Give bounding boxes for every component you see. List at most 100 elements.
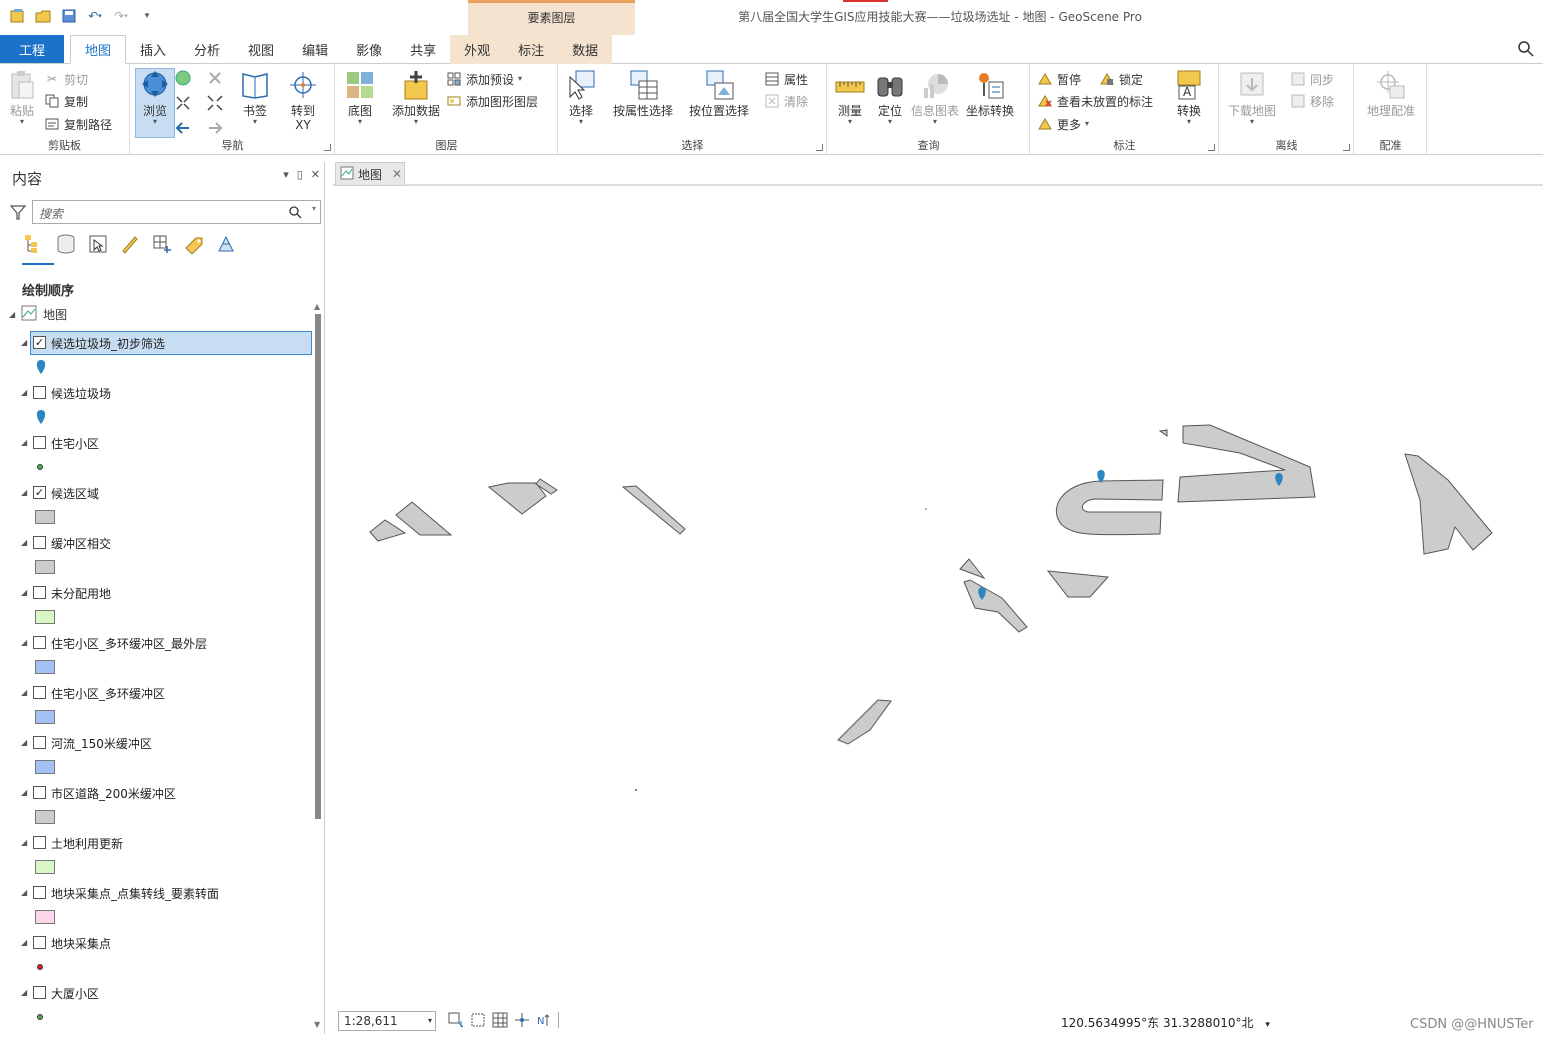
layer-visibility-checkbox[interactable] (33, 586, 46, 599)
search-icon[interactable] (288, 205, 302, 219)
layer-row[interactable]: ◢ 住宅小区_多环缓冲区 (5, 681, 311, 705)
coordinate-format-caret[interactable]: ▾ (1265, 1020, 1270, 1030)
tab-view[interactable]: 视图 (234, 35, 288, 64)
tab-imagery[interactable]: 影像 (342, 35, 396, 64)
layer-visibility-checkbox[interactable] (33, 636, 46, 649)
coordinate-conversion-button[interactable]: 坐标转换 (962, 68, 1018, 118)
goto-xy-button[interactable]: 转到 XY (283, 68, 323, 132)
pause-labeling-button[interactable]: 暂停 (1037, 69, 1081, 89)
pin-icon[interactable]: ▯ (297, 168, 303, 181)
polygon-symbol-swatch[interactable] (35, 660, 55, 674)
copy-path-button[interactable]: 复制路径 (44, 114, 112, 134)
navigate-launcher[interactable] (324, 144, 331, 151)
layer-row[interactable]: ◢ 住宅小区_多环缓冲区_最外层 (5, 631, 311, 655)
customize-qat-icon[interactable]: ▾ (138, 7, 156, 25)
polygon-symbol-swatch[interactable] (35, 760, 55, 774)
layer-expander[interactable]: ◢ (21, 638, 27, 647)
layer-expander[interactable]: ◢ (21, 938, 27, 947)
redo-icon[interactable]: ↷ ▾ (112, 7, 130, 25)
georeference-button[interactable]: 地理配准 (1361, 68, 1421, 118)
tab-map[interactable]: 地图 (70, 35, 127, 64)
polygon-symbol-swatch[interactable] (35, 810, 55, 824)
layer-row[interactable]: ◢ 土地利用更新 (5, 831, 311, 855)
layer-visibility-checkbox[interactable] (33, 686, 46, 699)
layer-row[interactable]: ◢ 地块采集点 (5, 931, 311, 955)
map-node-expander[interactable]: ◢ (9, 310, 15, 319)
layer-row[interactable]: ◢ 市区道路_200米缓冲区 (5, 781, 311, 805)
contents-scrollbar[interactable]: ▲ ▼ (313, 302, 323, 1032)
select-by-attributes-button[interactable]: 按属性选择 (611, 68, 675, 118)
scroll-up-arrow[interactable]: ▲ (314, 302, 320, 311)
selection-launcher[interactable] (816, 144, 823, 151)
tab-project[interactable]: 工程 (0, 35, 64, 63)
layer-expander[interactable]: ◢ (21, 588, 27, 597)
layer-row[interactable]: ◢ 缓冲区相交 (5, 531, 311, 555)
scale-selector[interactable]: 1:28,611 ▾ (338, 1011, 436, 1031)
fixed-zoom-in-arrows-icon[interactable] (175, 95, 193, 114)
explore-button[interactable]: 浏览 ▾ (137, 68, 173, 126)
layer-row[interactable]: ◢ ✓ 候选区域 (5, 481, 311, 505)
labeling-launcher[interactable] (1208, 144, 1215, 151)
layer-row[interactable]: ◢ 大厦小区 (5, 981, 311, 1005)
tab-share[interactable]: 共享 (396, 35, 450, 64)
list-by-drawing-order-icon[interactable] (23, 232, 45, 256)
bookmarks-button[interactable]: 书签 ▾ (237, 68, 273, 126)
layer-row[interactable]: ◢ ✓ 候选垃圾场_初步筛选 (5, 331, 312, 355)
layer-visibility-checkbox[interactable] (33, 936, 46, 949)
layer-visibility-checkbox[interactable] (33, 836, 46, 849)
command-search-icon[interactable] (1517, 40, 1535, 58)
open-project-icon[interactable] (34, 7, 52, 25)
layer-visibility-checkbox[interactable] (33, 886, 46, 899)
layer-expander[interactable]: ◢ (21, 488, 27, 497)
convert-labels-button[interactable]: A 转换 ▾ (1171, 68, 1207, 126)
layer-visibility-checkbox[interactable] (33, 736, 46, 749)
scroll-thumb[interactable] (315, 314, 321, 819)
layer-visibility-checkbox[interactable] (33, 436, 46, 449)
scroll-down-arrow[interactable]: ▼ (314, 1020, 320, 1029)
tab-edit[interactable]: 编辑 (288, 35, 342, 64)
fixed-zoom-in-icon[interactable] (207, 70, 225, 89)
clear-selection-button[interactable]: 清除 (764, 91, 808, 111)
polygon-symbol-swatch[interactable] (35, 610, 55, 624)
list-by-snapping-icon[interactable] (151, 232, 173, 256)
add-graphics-layer-button[interactable]: 添加图形图层 (446, 91, 538, 111)
basemap-button[interactable]: 底图 ▾ (342, 68, 378, 126)
download-map-button[interactable]: 下载地图 ▾ (1226, 68, 1278, 126)
tab-insert[interactable]: 插入 (126, 35, 180, 64)
close-tab-icon[interactable]: ✕ (392, 167, 402, 181)
measure-button[interactable]: 测量 ▾ (832, 68, 868, 126)
polygon-symbol-swatch[interactable] (35, 710, 55, 724)
fixed-zoom-out-arrows-icon[interactable] (207, 95, 225, 114)
new-project-icon[interactable] (8, 7, 26, 25)
scale-fixed-icon[interactable] (470, 1012, 486, 1028)
remove-offline-button[interactable]: 移除 (1290, 91, 1334, 111)
north-icon[interactable]: N (536, 1012, 552, 1028)
layer-row[interactable]: ◢ 住宅小区 (5, 431, 311, 455)
list-by-labeling-icon[interactable] (183, 232, 205, 256)
select-button[interactable]: 选择 ▾ (565, 68, 597, 126)
tab-labeling[interactable]: 标注 (504, 35, 559, 64)
pin-symbol-icon[interactable] (35, 359, 47, 378)
tab-data[interactable]: 数据 (558, 35, 613, 64)
layer-row[interactable]: ◢ 候选垃圾场 (5, 381, 311, 405)
point-symbol-swatch[interactable] (37, 964, 43, 970)
polygon-symbol-swatch[interactable] (35, 560, 55, 574)
contents-search-input[interactable]: 搜索 ▾ (32, 200, 321, 224)
layer-expander[interactable]: ◢ (21, 788, 27, 797)
layer-expander[interactable]: ◢ (21, 838, 27, 847)
list-by-selection-icon[interactable] (87, 232, 109, 256)
add-data-button[interactable]: 添加数据 ▾ (390, 68, 442, 126)
save-project-icon[interactable] (60, 7, 78, 25)
layer-visibility-checkbox[interactable] (33, 536, 46, 549)
layer-visibility-checkbox[interactable] (33, 386, 46, 399)
infographics-button[interactable]: 信息图表 ▾ (910, 68, 960, 126)
lock-labels-button[interactable]: 锁定 (1099, 69, 1143, 89)
point-symbol-swatch[interactable] (37, 464, 43, 470)
tab-appearance[interactable]: 外观 (450, 35, 505, 64)
sync-button[interactable]: 同步 (1290, 69, 1334, 89)
filter-icon[interactable] (9, 204, 27, 220)
map-features[interactable] (333, 188, 1543, 1006)
map-canvas[interactable] (333, 188, 1543, 1006)
layer-expander[interactable]: ◢ (21, 438, 27, 447)
layer-row[interactable]: ◢ 河流_150米缓冲区 (5, 731, 311, 755)
